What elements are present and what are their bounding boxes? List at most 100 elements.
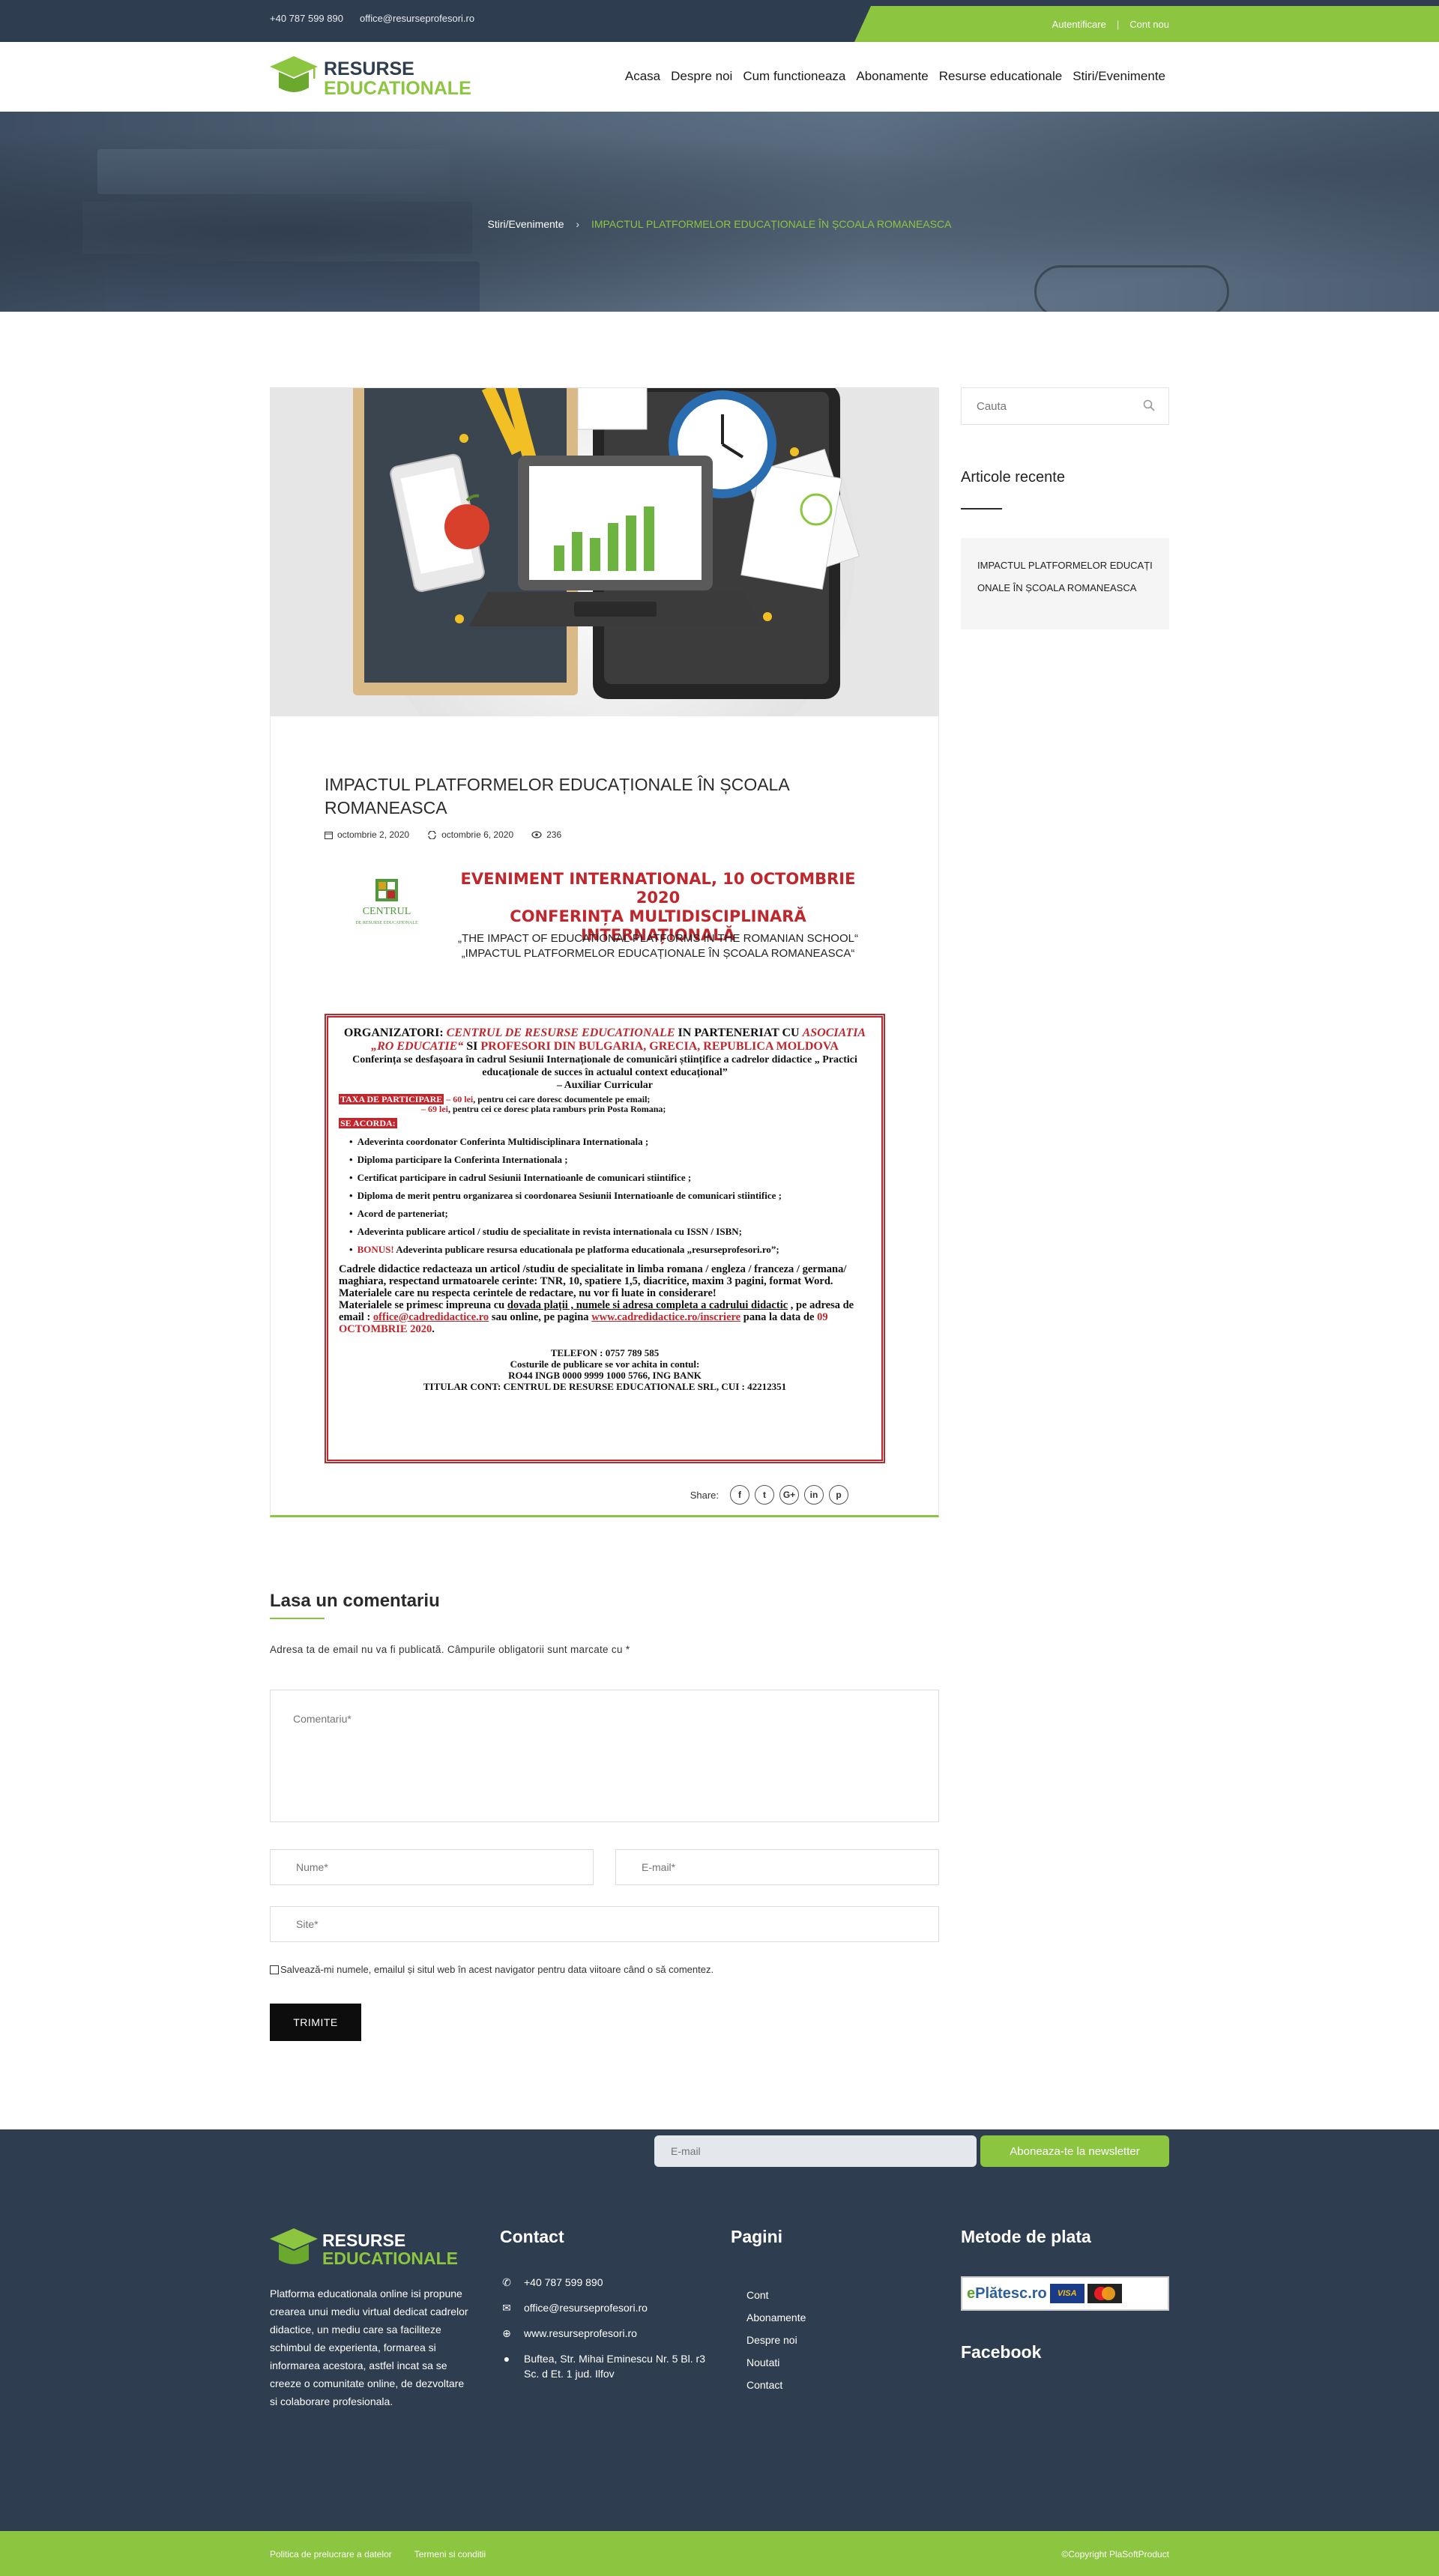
list-item: Acord de parteneriat; [349,1207,871,1220]
flyer-url-link[interactable]: www.cadredidactice.ro/inscriere [591,1311,740,1323]
recent-article-link[interactable]: IMPACTUL PLATFORMELOR EDUCAȚIONALE ÎN ȘC… [977,554,1157,599]
divider [961,508,1002,510]
submit-comment-button[interactable]: TRIMITE [270,2004,361,2041]
payment-methods-badge: ePlătesc.ro VISA [961,2276,1169,2311]
flyer-tax: TAXA DE PARTICIPARE – 60 lei, pentru cei… [339,1094,666,1114]
footer-link-despre[interactable]: Despre noi [746,2333,806,2347]
site-footer: Aboneaza-te la newsletter RESURSE EDUCAT… [0,2129,1439,2531]
list-item: BONUS! Adeverinta publicare resursa educ… [349,1243,871,1256]
site-logo[interactable]: RESURSE EDUCATIONALE [270,55,472,100]
search-box [961,387,1169,425]
flyer-title-en: „THE IMPACT OF EDUCATIONAL PLATFORMS IN … [458,932,858,945]
breadcrumb-arrow-icon: › [576,218,580,230]
comment-section-title: Lasa un comentariu [270,1591,440,1611]
bottom-bar: Politica de prelucrare a datelor Termeni… [0,2531,1439,2576]
footer-link-abonamente[interactable]: Abonamente [746,2311,806,2324]
search-icon[interactable] [1143,399,1155,411]
save-info-checkbox[interactable] [270,1965,279,1974]
save-info-label: Salvează-mi numele, emailul și situl web… [280,1964,714,1975]
flyer-subtitle: „THE IMPACT OF EDUCATIONAL PLATFORMS IN … [456,931,860,961]
published-date-text: octombrie 2, 2020 [337,829,410,840]
copyright: ©Copyright PlaSoftProduct [1061,2549,1169,2560]
nav-cum-functioneaza[interactable]: Cum functioneaza [743,69,845,84]
top-email[interactable]: office@resurseprofesori.ro [360,13,474,24]
refresh-icon [428,830,436,839]
top-bar: +40 787 599 890 office@resurseprofesori.… [0,0,1439,42]
footer-address: Buftea, Str. Mihai Eminescu Nr. 5 Bl. r3… [524,2353,705,2380]
comment-note: Adresa ta de email nu va fi publicată. C… [270,1644,630,1655]
calendar-icon [325,831,333,839]
published-date: octombrie 2, 2020 [325,829,409,840]
footer-link-noutati[interactable]: Noutati [746,2356,806,2369]
logo-top-text: RESURSE [324,58,414,79]
site-field[interactable] [270,1906,939,1942]
nav-acasa[interactable]: Acasa [625,69,660,84]
flyer-logo-name: CENTRUL [363,906,411,917]
flyer-organizers: ORGANIZATORI: CENTRUL DE RESURSE EDUCATI… [343,1027,866,1053]
featured-image [271,388,938,716]
footer-link-cont[interactable]: Cont [746,2288,806,2302]
map-pin-icon: ● [503,2353,510,2365]
footer-logo[interactable]: RESURSE EDUCATIONALE [270,2227,465,2270]
footer-link-contact[interactable]: Contact [746,2378,806,2392]
flyer-tax-label: TAXA DE PARTICIPARE [339,1094,444,1104]
twitter-icon[interactable]: t [755,1485,774,1505]
list-item: Adeverinta coordonator Conferinta Multid… [349,1135,871,1148]
share-label: Share: [690,1489,719,1501]
article-card: IMPACTUL PLATFORMELOR EDUCAȚIONALE ÎN ȘC… [270,387,939,1517]
flyer-logo: CENTRUL DE RESURSE EDUCATIONALE [355,879,418,925]
recent-articles-title: Articole recente [961,469,1065,486]
article-title: IMPACTUL PLATFORMELOR EDUCAȚIONALE ÎN ȘC… [325,775,789,817]
nav-despre-noi[interactable]: Despre noi [671,69,732,84]
mastercard-icon [1087,2284,1122,2303]
breadcrumb-current: IMPACTUL PLATFORMELOR EDUCAȚIONALE ÎN ȘC… [591,218,952,230]
google-plus-icon[interactable]: G+ [779,1485,799,1505]
footer-pages-title: Pagini [731,2227,783,2246]
separator: | [1116,19,1120,30]
article-meta: octombrie 2, 2020 octombrie 6, 2020 236 [325,829,561,840]
top-phone[interactable]: +40 787 599 890 [270,13,343,24]
footer-logo-bottom: EDUCATIONALE [322,2249,458,2268]
updated-date-text: octombrie 6, 2020 [441,829,514,840]
pinterest-icon[interactable]: p [829,1485,848,1505]
flyer-title-ro: „IMPACTUL PLATFORMELOR EDUCAȚIONALE ÎN Ș… [461,947,855,960]
footer-phone[interactable]: +40 787 599 890 [524,2275,603,2290]
flyer-body: Cadrele didactice redacteaza un articol … [339,1263,854,1335]
view-count-text: 236 [546,829,562,840]
terms-link[interactable]: Termeni si conditii [414,2549,486,2560]
footer-facebook-title: Facebook [961,2342,1042,2362]
nav-abonamente[interactable]: Abonamente [856,69,928,84]
hero-banner: Stiri/Evenimente › IMPACTUL PLATFORMELOR… [0,112,1439,312]
newsletter-email-input[interactable] [654,2135,977,2167]
site-header: RESURSE EDUCATIONALE Acasa Despre noi Cu… [0,42,1439,112]
recent-articles-list: IMPACTUL PLATFORMELOR EDUCAȚIONALE ÎN ȘC… [961,538,1169,629]
nav-stiri[interactable]: Stiri/Evenimente [1073,69,1165,84]
flyer-logo-sub: DE RESURSE EDUCATIONALE [355,921,418,925]
platesc-logo: ePlătesc.ro [967,2285,1047,2302]
linkedin-icon[interactable]: in [804,1485,824,1505]
policy-link[interactable]: Politica de prelucrare a datelor [270,2549,392,2560]
visa-icon: VISA [1049,2284,1084,2303]
flyer-email-link[interactable]: office@cadredidactice.ro [373,1311,489,1323]
register-link[interactable]: Cont nou [1129,19,1169,30]
flyer-grants-label: SE ACORDA: [339,1118,397,1128]
comment-textarea[interactable] [270,1690,939,1822]
newsletter-subscribe-button[interactable]: Aboneaza-te la newsletter [980,2135,1169,2167]
save-info-checkbox-row[interactable]: Salvează-mi numele, emailul și situl web… [270,1964,714,1975]
facebook-icon[interactable]: f [730,1485,749,1505]
breadcrumb-parent[interactable]: Stiri/Evenimente [488,218,564,230]
footer-contact-title: Contact [500,2227,564,2246]
email-field[interactable] [615,1849,939,1885]
flyer-details-box: ORGANIZATORI: CENTRUL DE RESURSE EDUCATI… [325,1014,885,1463]
globe-icon: ⊕ [502,2327,511,2339]
name-field[interactable] [270,1849,594,1885]
footer-site[interactable]: www.resurseprofesori.ro [524,2326,637,2341]
search-input[interactable] [962,388,1126,424]
phone-icon: ✆ [502,2276,511,2288]
nav-resurse[interactable]: Resurse educationale [939,69,1062,84]
flyer-grants-list: Adeverinta coordonator Conferinta Multid… [349,1135,871,1256]
footer-email[interactable]: office@resurseprofesori.ro [524,2300,648,2315]
login-link[interactable]: Autentificare [1052,19,1106,30]
footer-payment-title: Metode de plata [961,2227,1091,2246]
envelope-icon: ✉ [502,2302,511,2314]
